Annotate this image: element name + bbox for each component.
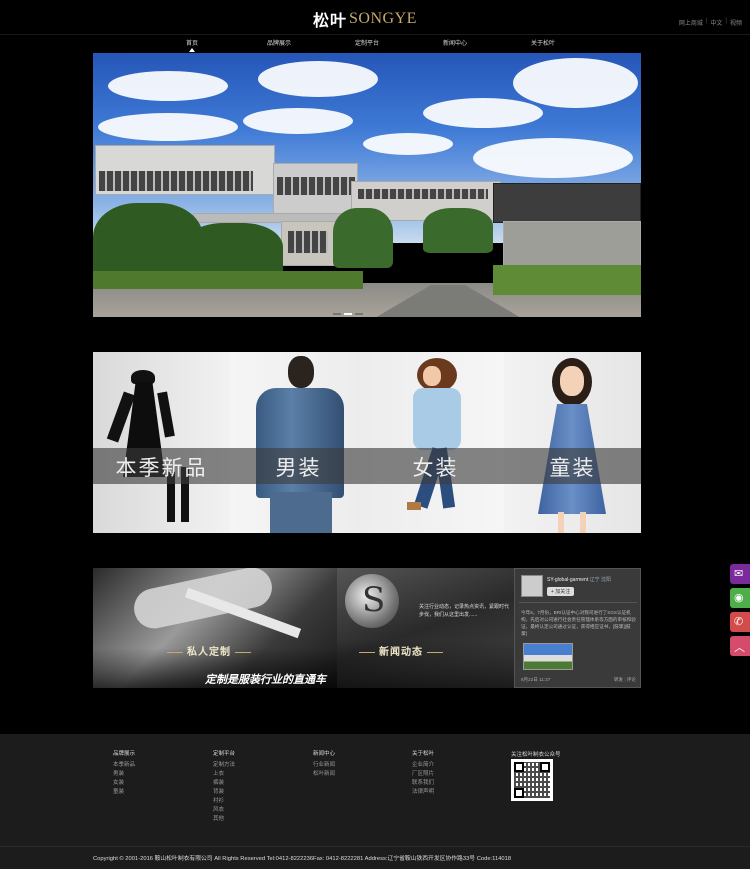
footer-col-custom: 定制平台 定制方法 上衣 裤装 背装 衬衫 风衣 其他 xyxy=(213,750,235,824)
comment-link[interactable]: 评论 xyxy=(627,677,636,682)
logo-en: SONGYE xyxy=(349,10,417,27)
repost-link[interactable]: 转发 xyxy=(614,677,623,682)
footer-link[interactable]: 衬衫 xyxy=(213,797,235,806)
weibo-name: SY-global-garment xyxy=(547,577,589,583)
qr-title: 关注松叶制衣公众号 xyxy=(511,752,561,758)
weibo-post-image[interactable] xyxy=(523,643,573,670)
phone-icon: ✆ xyxy=(734,616,744,628)
nav-item-about[interactable]: 关于松叶 xyxy=(513,38,573,47)
category-label: 女装 xyxy=(412,456,459,480)
footer-link[interactable]: 企业简介 xyxy=(412,761,434,770)
pagination-dot-active[interactable] xyxy=(344,313,352,315)
footer-link[interactable]: 风衣 xyxy=(213,806,235,815)
footer-link[interactable]: 行业新闻 xyxy=(313,761,335,770)
footer-col-about: 关于松叶 企业简介 厂区照片 联系我们 法律声明 xyxy=(412,750,434,797)
footer-col-news: 新闻中心 行业新闻 松叶新闻 xyxy=(313,750,335,779)
nav-item-home[interactable]: 首页 xyxy=(162,38,222,52)
hero-banner[interactable] xyxy=(93,53,641,317)
footer-link[interactable]: 上衣 xyxy=(213,770,235,779)
site-header: 松叶 SONGYE 网上商城 | 中文 | 视频 xyxy=(0,0,750,35)
site-footer: 品牌展示 本季新品 男装 女装 童装 定制平台 定制方法 上衣 裤装 背装 衬衫… xyxy=(0,734,750,869)
top-link-shop[interactable]: 网上商城 xyxy=(679,18,703,27)
back-to-top-icon: ︿ xyxy=(734,642,745,654)
footer-link[interactable]: 裤装 xyxy=(213,779,235,788)
news-blurb: 关注行业动态，记录热点资讯，紧跟时代步伐，我们从这里出发...... xyxy=(419,604,510,618)
custom-subtitle: 定制是服装行业的直通车 xyxy=(205,674,326,686)
nav-item-custom[interactable]: 定制平台 xyxy=(337,38,397,47)
footer-link[interactable]: 背装 xyxy=(213,788,235,797)
footer-link[interactable]: 其他 xyxy=(213,815,235,824)
logo-cn: 松叶 xyxy=(313,11,348,30)
divider: | xyxy=(705,18,708,24)
weibo-post-footer: 8月22日 11:37 转发 | 评论 xyxy=(521,677,636,682)
copyright: Copyright © 2001-2016 鞍山松叶制衣有限公司 All Rig… xyxy=(93,856,512,862)
footer-col-title[interactable]: 关于松叶 xyxy=(412,750,434,759)
wechat-qr-code xyxy=(511,759,553,801)
category-kidswear[interactable]: 童装 xyxy=(504,352,641,533)
weibo-account[interactable]: SY-global-garment 辽宁 沈阳 xyxy=(547,576,611,583)
avatar[interactable] xyxy=(521,575,543,597)
weibo-location: 辽宁 沈阳 xyxy=(589,577,612,583)
custom-tailoring-card[interactable]: 私人定制 定制是服装行业的直通车 xyxy=(93,568,337,688)
weibo-post-text: 今年6，7月份，BRI认证中心对我司进行了SGS认证机构，先后对公司进行社会责任… xyxy=(521,610,636,636)
category-menswear[interactable]: 男装 xyxy=(230,352,367,533)
weibo-post-time: 8月22日 11:37 xyxy=(521,677,551,682)
nav-item-news[interactable]: 新闻中心 xyxy=(425,38,485,47)
footer-link[interactable]: 童装 xyxy=(113,788,135,797)
category-new-arrivals[interactable]: 本季新品 xyxy=(93,352,230,533)
follow-button[interactable]: + 加关注 xyxy=(547,587,575,596)
news-title: 新闻动态 xyxy=(355,643,447,658)
banner-pagination[interactable] xyxy=(333,313,363,315)
footer-link[interactable]: 法律声明 xyxy=(412,788,434,797)
nav-item-brand[interactable]: 品牌展示 xyxy=(249,38,309,47)
footer-link[interactable]: 定制方法 xyxy=(213,761,235,770)
phone-button[interactable]: ✆ xyxy=(730,612,750,632)
back-to-top-button[interactable]: ︿ xyxy=(730,636,750,656)
custom-title: 私人定制 xyxy=(163,643,255,658)
songye-s-logo-icon: S xyxy=(345,574,399,628)
category-label: 本季新品 xyxy=(115,456,208,480)
qq-button[interactable]: ◉ xyxy=(730,588,750,608)
divider xyxy=(0,846,750,847)
category-label: 童装 xyxy=(549,456,596,480)
footer-link[interactable]: 厂区照片 xyxy=(412,770,434,779)
news-card[interactable]: S 关注行业动态，记录热点资讯，紧跟时代步伐，我们从这里出发...... 新闻动… xyxy=(337,568,514,688)
logo[interactable]: 松叶 SONGYE xyxy=(313,8,417,30)
main-nav: 首页 品牌展示 定制平台 新闻中心 关于松叶 xyxy=(0,38,750,52)
footer-link[interactable]: 本季新品 xyxy=(113,761,135,770)
pagination-dot[interactable] xyxy=(355,313,363,315)
footer-col-title[interactable]: 新闻中心 xyxy=(313,750,335,759)
category-womenswear[interactable]: 女装 xyxy=(367,352,504,533)
footer-col-title[interactable]: 定制平台 xyxy=(213,750,235,759)
top-link-chinese[interactable]: 中文 xyxy=(710,18,722,27)
footer-link[interactable]: 男装 xyxy=(113,770,135,779)
weibo-header: SY-global-garment 辽宁 沈阳 + 加关注 xyxy=(519,573,637,603)
footer-col-brand: 品牌展示 本季新品 男装 女装 童装 xyxy=(113,750,135,797)
divider: | xyxy=(725,18,727,24)
wechat-button[interactable]: ✉ xyxy=(730,564,750,584)
top-link-video[interactable]: 视频 xyxy=(730,18,742,27)
footer-link[interactable]: 松叶新闻 xyxy=(313,770,335,779)
category-strip: 本季新品 男装 女装 童装 xyxy=(93,352,641,533)
category-label: 男装 xyxy=(275,456,322,480)
weibo-widget: SY-global-garment 辽宁 沈阳 + 加关注 今年6，7月份，BR… xyxy=(514,568,641,688)
pagination-dot[interactable] xyxy=(333,313,341,315)
qq-icon: ◉ xyxy=(734,592,744,604)
wechat-icon: ✉ xyxy=(734,568,744,580)
footer-col-title[interactable]: 品牌展示 xyxy=(113,750,135,759)
footer-link[interactable]: 联系我们 xyxy=(412,779,434,788)
footer-link[interactable]: 女装 xyxy=(113,779,135,788)
top-links: 网上商城 | 中文 | 视频 xyxy=(679,18,742,27)
